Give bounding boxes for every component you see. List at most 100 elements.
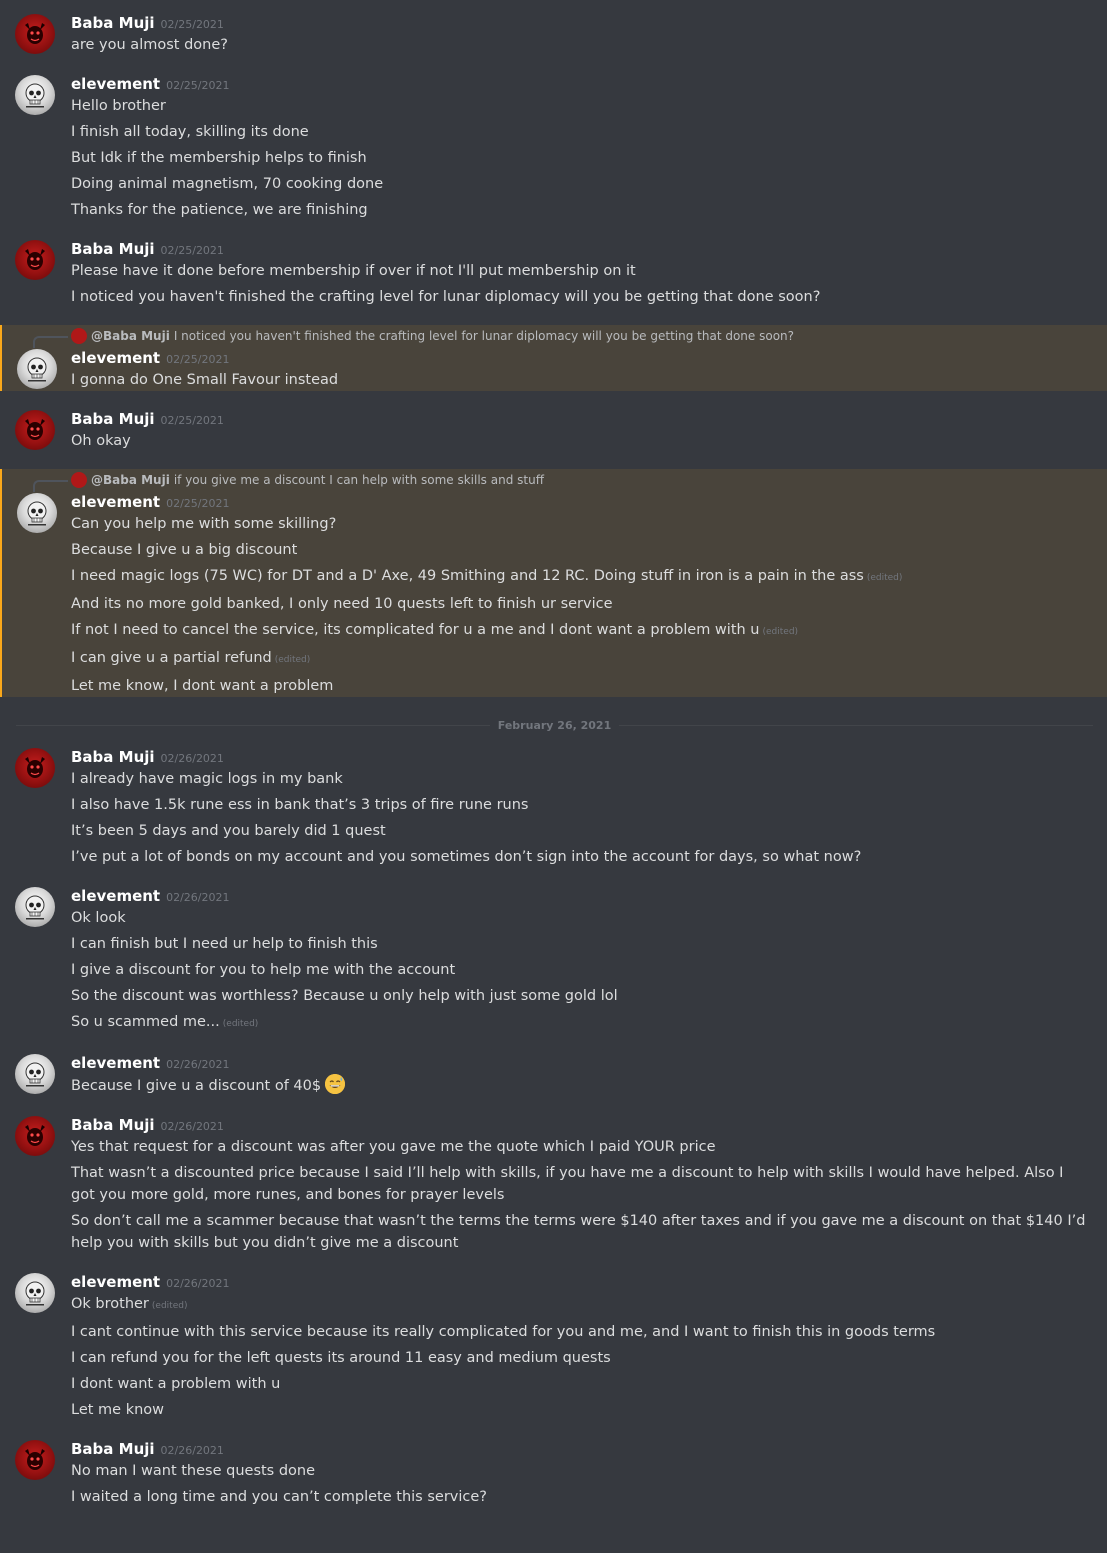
message: Ok brother (edited): [71, 1293, 1091, 1317]
timestamp: 02/25/2021: [160, 18, 224, 31]
timestamp: 02/25/2021: [166, 497, 230, 510]
reply-avatar-icon: [71, 472, 87, 488]
reply-author[interactable]: @Baba Muji: [91, 469, 170, 491]
message-header: Baba Muji 02/25/2021: [71, 12, 1091, 34]
message-text: Thanks for the patience, we are finishin…: [71, 202, 368, 218]
message-text: But Idk if the membership helps to finis…: [71, 150, 367, 166]
edited-label: (edited): [222, 1019, 259, 1029]
author-name[interactable]: elevement: [71, 1273, 160, 1291]
date-divider: February 26, 2021: [16, 714, 1093, 736]
message: Let me know, I dont want a problem: [71, 675, 1091, 697]
message-text: Doing animal magnetism, 70 cooking done: [71, 176, 384, 192]
message-group-reply: @Baba Muji I noticed you haven't finished…: [0, 325, 1107, 391]
message-text: So u scammed me...: [71, 1014, 220, 1030]
skull-avatar-icon: [25, 1062, 45, 1087]
message: So u scammed me... (edited): [71, 1011, 1091, 1035]
message: I cant continue with this service becaus…: [71, 1321, 1091, 1343]
author-name[interactable]: elevement: [71, 75, 160, 93]
demon-avatar-icon: [25, 1449, 45, 1470]
author-name[interactable]: Baba Muji: [71, 1440, 155, 1458]
divider-line: [16, 724, 490, 726]
avatar-baba-muji[interactable]: [15, 14, 55, 54]
avatar-elevement[interactable]: [17, 493, 57, 533]
avatar-baba-muji[interactable]: [15, 1440, 55, 1480]
edited-label: (edited): [866, 573, 903, 583]
message: I give a discount for you to help me wit…: [71, 959, 1091, 981]
timestamp: 02/25/2021: [166, 353, 230, 366]
demon-avatar-icon: [25, 419, 45, 440]
message-text: Because I give u a discount of 40$: [71, 1078, 322, 1094]
timestamp: 02/26/2021: [166, 891, 230, 904]
author-name[interactable]: Baba Muji: [71, 1116, 155, 1134]
timestamp: 02/25/2021: [166, 79, 230, 92]
author-name[interactable]: Baba Muji: [71, 14, 155, 32]
demon-avatar-icon: [25, 23, 45, 44]
message-group: Baba Muji 02/26/2021 No man I want these q…: [0, 1438, 1107, 1508]
reply-author[interactable]: @Baba Muji: [91, 325, 170, 347]
message-text: Hello brother: [71, 98, 166, 114]
reply-preview[interactable]: @Baba Muji I noticed you haven't finished…: [33, 325, 1091, 348]
author-name[interactable]: Baba Muji: [71, 748, 155, 766]
skull-avatar-icon: [27, 357, 47, 382]
timestamp: 02/26/2021: [160, 1444, 224, 1457]
reply-preview[interactable]: @Baba Muji if you give me a discount I ca…: [33, 469, 1091, 492]
message-text: I can finish but I need ur help to finis…: [71, 936, 378, 952]
message-text: If not I need to cancel the service, its…: [71, 622, 760, 638]
author-name[interactable]: elevement: [71, 1054, 160, 1072]
author-name[interactable]: Baba Muji: [71, 240, 155, 258]
message-text: Let me know, I dont want a problem: [71, 678, 334, 694]
message-group: Baba Muji 02/26/2021 I already have magic …: [0, 746, 1107, 868]
avatar-elevement[interactable]: [15, 75, 55, 115]
author-name[interactable]: elevement: [71, 493, 160, 511]
edited-label: (edited): [274, 655, 311, 665]
message-text: I finish all today, skilling its done: [71, 124, 309, 140]
avatar-elevement[interactable]: [17, 349, 57, 389]
skull-avatar-icon: [25, 83, 45, 108]
author-name[interactable]: elevement: [71, 349, 160, 367]
message: If not I need to cancel the service, its…: [71, 619, 1091, 643]
author-name[interactable]: Baba Muji: [71, 410, 155, 428]
message-text: Because I give u a big discount: [71, 542, 298, 558]
message-text: are you almost done?: [71, 37, 228, 53]
message: I waited a long time and you can’t compl…: [71, 1486, 1091, 1508]
message-header: Baba Muji 02/26/2021: [71, 1438, 1091, 1460]
message-header: elevement 02/25/2021: [71, 347, 1091, 369]
avatar-elevement[interactable]: [15, 1054, 55, 1094]
message-text: That wasn’t a discounted price because I…: [71, 1165, 1064, 1203]
avatar-baba-muji[interactable]: [15, 1116, 55, 1156]
message-group: Baba Muji 02/25/2021 are you almost done?: [0, 12, 1107, 56]
date-divider-label: February 26, 2021: [497, 718, 612, 732]
message-group: elevement 02/26/2021 Because I give u a di…: [0, 1052, 1107, 1097]
skull-avatar-icon: [27, 501, 47, 526]
avatar-baba-muji[interactable]: [15, 748, 55, 788]
message-text: So the discount was worthless? Because u…: [71, 988, 618, 1004]
message: are you almost done?: [71, 34, 1091, 56]
message-text: Let me know: [71, 1402, 165, 1418]
avatar-baba-muji[interactable]: [15, 410, 55, 450]
message-text: Yes that request for a discount was afte…: [71, 1139, 716, 1155]
grinning-sweat-emoji-icon: [325, 1074, 346, 1094]
message-header: elevement 02/25/2021: [71, 491, 1091, 513]
message-text: No man I want these quests done: [71, 1463, 316, 1479]
message-text: Ok look: [71, 910, 126, 926]
reply-text: I noticed you haven't finished the craft…: [173, 329, 795, 343]
author-name[interactable]: elevement: [71, 887, 160, 905]
message-text: I noticed you haven't finished the craft…: [71, 289, 821, 305]
message: Doing animal magnetism, 70 cooking done: [71, 173, 1091, 195]
demon-avatar-icon: [25, 1125, 45, 1146]
message: I noticed you haven't finished the craft…: [71, 286, 1091, 308]
timestamp: 02/26/2021: [166, 1058, 230, 1071]
chat-message-list: Baba Muji 02/25/2021 are you almost done? e…: [0, 0, 1107, 1508]
message-group: Baba Muji 02/25/2021 Oh okay: [0, 408, 1107, 452]
message: I also have 1.5k rune ess in bank that’s…: [71, 794, 1091, 816]
reply-text: if you give me a discount I can help wit…: [173, 473, 544, 487]
message: Oh okay: [71, 430, 1091, 452]
message-text: I already have magic logs in my bank: [71, 771, 343, 787]
message: I’ve put a lot of bonds on my account an…: [71, 846, 1091, 868]
message: So the discount was worthless? Because u…: [71, 985, 1091, 1007]
edited-label: (edited): [151, 1301, 188, 1311]
avatar-baba-muji[interactable]: [15, 240, 55, 280]
avatar-elevement[interactable]: [15, 1273, 55, 1313]
avatar-elevement[interactable]: [15, 887, 55, 927]
message-header: elevement 02/25/2021: [71, 73, 1091, 95]
